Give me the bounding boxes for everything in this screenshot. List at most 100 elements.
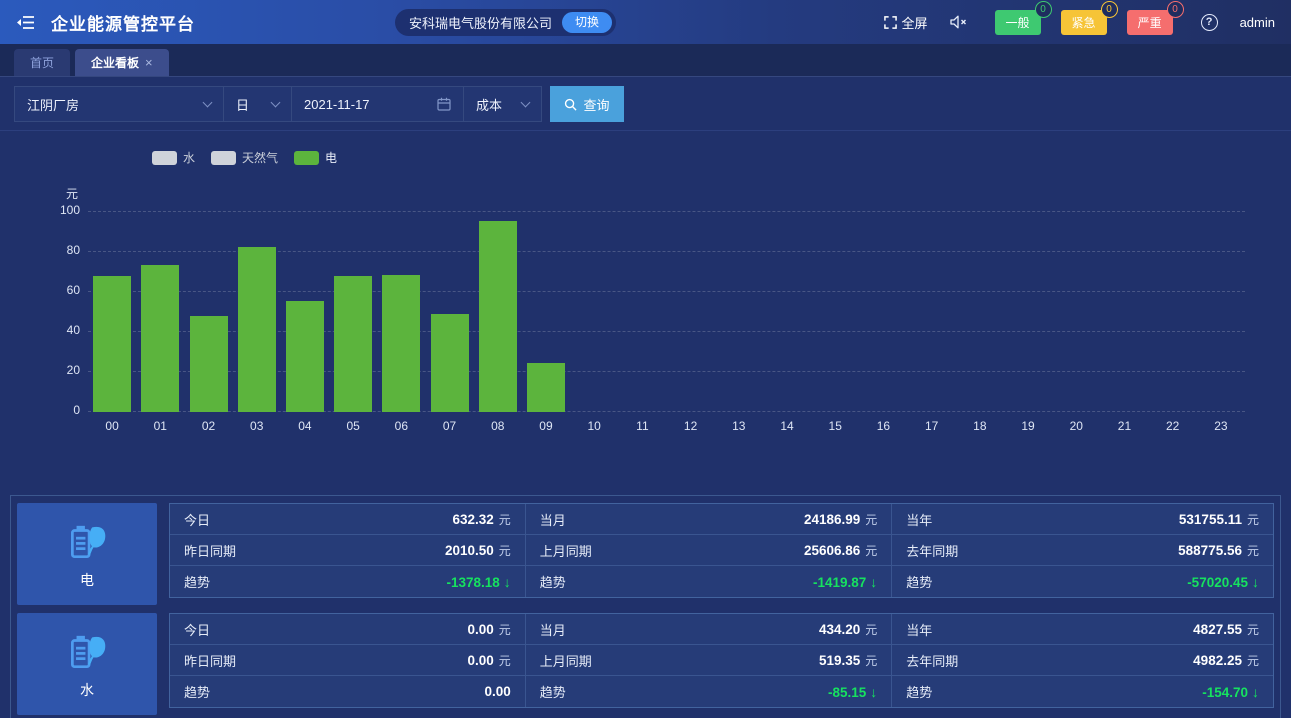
metric-value: 531755.11元 bbox=[1179, 511, 1259, 528]
legend-item-水[interactable]: 水 bbox=[152, 149, 195, 166]
query-button[interactable]: 查询 bbox=[550, 86, 624, 122]
metric-cell: 趋势-57020.45↓ bbox=[892, 566, 1273, 597]
metric-number: -1378.18 bbox=[447, 575, 500, 590]
legend-item-天然气[interactable]: 天然气 bbox=[211, 149, 278, 166]
tab-home[interactable]: 首页 bbox=[14, 49, 70, 76]
alarm-button-label: 严重 bbox=[1138, 16, 1162, 30]
y-axis-tick: 20 bbox=[40, 363, 80, 377]
x-axis-tick: 07 bbox=[428, 419, 472, 433]
fullscreen-button[interactable]: 全屏 bbox=[884, 13, 928, 32]
bar-hour-08[interactable] bbox=[479, 221, 517, 412]
metric-cell: 今日0.00元 bbox=[170, 614, 526, 645]
metric-label: 趋势 bbox=[184, 682, 210, 701]
period-select[interactable]: 日 bbox=[224, 86, 292, 122]
trend-down-arrow: ↓ bbox=[870, 574, 877, 590]
gridline-100 bbox=[88, 211, 1245, 212]
metric-unit: 元 bbox=[499, 544, 511, 558]
metric-number: 519.35 bbox=[819, 653, 860, 668]
metric-label: 趋势 bbox=[540, 682, 566, 701]
metric-label: 当月 bbox=[540, 510, 566, 529]
metric-number: 4827.55 bbox=[1193, 622, 1242, 637]
menu-fold-icon[interactable] bbox=[16, 15, 35, 30]
metric-cell: 当年4827.55元 bbox=[892, 614, 1273, 645]
header-actions: 全屏 一般0 紧急0 严重0 ? admin bbox=[884, 10, 1275, 35]
date-picker[interactable]: 2021-11-17 bbox=[292, 86, 464, 122]
metric-label: 趋势 bbox=[184, 572, 210, 591]
bar-hour-04[interactable] bbox=[286, 301, 324, 412]
username[interactable]: admin bbox=[1240, 15, 1275, 30]
metric-value: 24186.99元 bbox=[804, 511, 877, 528]
bar-hour-09[interactable] bbox=[527, 363, 565, 412]
x-axis-tick: 20 bbox=[1054, 419, 1098, 433]
y-axis-tick: 100 bbox=[40, 203, 80, 217]
metric-number: -154.70 bbox=[1202, 685, 1248, 700]
alarm-button-一般[interactable]: 一般0 bbox=[995, 10, 1041, 35]
energy-metrics-grid: 今日0.00元当月434.20元当年4827.55元昨日同期0.00元上月同期5… bbox=[169, 613, 1274, 708]
metric-label: 昨日同期 bbox=[184, 651, 236, 670]
fullscreen-label: 全屏 bbox=[902, 13, 928, 32]
alarm-button-紧急[interactable]: 紧急0 bbox=[1061, 10, 1107, 35]
x-axis-tick: 03 bbox=[235, 419, 279, 433]
energy-type-label: 水 bbox=[80, 680, 94, 700]
metric-number: 4982.25 bbox=[1193, 653, 1242, 668]
x-axis-tick: 14 bbox=[765, 419, 809, 433]
bar-hour-00[interactable] bbox=[93, 276, 131, 412]
bar-hour-05[interactable] bbox=[334, 276, 372, 412]
tab-enterprise-board[interactable]: 企业看板 × bbox=[75, 49, 169, 76]
bar-hour-06[interactable] bbox=[382, 275, 420, 412]
metric-unit: 元 bbox=[499, 623, 511, 637]
chart-plot: 0204060801000001020304050607080910111213… bbox=[88, 211, 1245, 412]
battery-leaf-icon bbox=[64, 628, 110, 674]
x-axis-tick: 23 bbox=[1199, 419, 1243, 433]
tab-bar: 首页 企业看板 × bbox=[0, 44, 1291, 77]
metric-value: 434.20元 bbox=[819, 621, 877, 638]
trend-down-arrow: ↓ bbox=[1252, 574, 1259, 590]
metric-select[interactable]: 成本 bbox=[464, 86, 542, 122]
metric-cell: 昨日同期2010.50元 bbox=[170, 535, 526, 566]
metric-unit: 元 bbox=[1247, 544, 1259, 558]
bar-hour-07[interactable] bbox=[431, 314, 469, 412]
energy-metrics-grid: 今日632.32元当月24186.99元当年531755.11元昨日同期2010… bbox=[169, 503, 1274, 598]
metric-cell: 趋势-1419.87↓ bbox=[526, 566, 892, 597]
metric-number: 25606.86 bbox=[804, 543, 860, 558]
alarm-button-严重[interactable]: 严重0 bbox=[1127, 10, 1173, 35]
energy-row-水: 水今日0.00元当月434.20元当年4827.55元昨日同期0.00元上月同期… bbox=[17, 613, 1274, 715]
metric-number: -1419.87 bbox=[813, 575, 866, 590]
tab-close-icon[interactable]: × bbox=[145, 55, 153, 70]
bar-hour-02[interactable] bbox=[190, 316, 228, 412]
metric-value: 632.32元 bbox=[452, 511, 510, 528]
bar-hour-01[interactable] bbox=[141, 265, 179, 412]
metric-label: 今日 bbox=[184, 510, 210, 529]
mute-icon[interactable] bbox=[950, 15, 967, 29]
legend-swatch bbox=[152, 151, 177, 165]
x-axis-tick: 22 bbox=[1151, 419, 1195, 433]
metric-label: 上月同期 bbox=[540, 651, 592, 670]
x-axis-tick: 15 bbox=[813, 419, 857, 433]
legend-item-电[interactable]: 电 bbox=[294, 149, 337, 166]
metric-number: 0.00 bbox=[468, 622, 494, 637]
site-select[interactable]: 江阴厂房 bbox=[14, 86, 224, 122]
energy-table: 电今日632.32元当月24186.99元当年531755.11元昨日同期201… bbox=[17, 503, 1274, 718]
metric-label: 趋势 bbox=[906, 572, 932, 591]
y-axis-tick: 40 bbox=[40, 323, 80, 337]
battery-leaf-icon bbox=[64, 518, 110, 564]
legend-swatch bbox=[211, 151, 236, 165]
bar-hour-03[interactable] bbox=[238, 247, 276, 412]
metric-number: 531755.11 bbox=[1179, 512, 1242, 527]
x-axis-tick: 02 bbox=[187, 419, 231, 433]
switch-company-button[interactable]: 切换 bbox=[562, 12, 612, 33]
chevron-down-icon bbox=[203, 97, 213, 107]
metric-cell: 上月同期519.35元 bbox=[526, 645, 892, 676]
metric-cell: 当月 24186.99元 bbox=[526, 504, 892, 535]
x-axis-tick: 12 bbox=[669, 419, 713, 433]
alarm-count-badge: 0 bbox=[1101, 1, 1118, 18]
y-axis-unit: 元 bbox=[58, 185, 86, 202]
alarm-button-label: 一般 bbox=[1006, 16, 1030, 30]
x-axis-tick: 17 bbox=[910, 419, 954, 433]
help-icon[interactable]: ? bbox=[1201, 14, 1218, 31]
metric-label: 当月 bbox=[540, 620, 566, 639]
metric-label: 趋势 bbox=[906, 682, 932, 701]
legend-label: 电 bbox=[325, 149, 337, 166]
metric-cell: 去年同期588775.56元 bbox=[892, 535, 1273, 566]
metric-value: -1419.87 ↓ bbox=[813, 574, 877, 590]
